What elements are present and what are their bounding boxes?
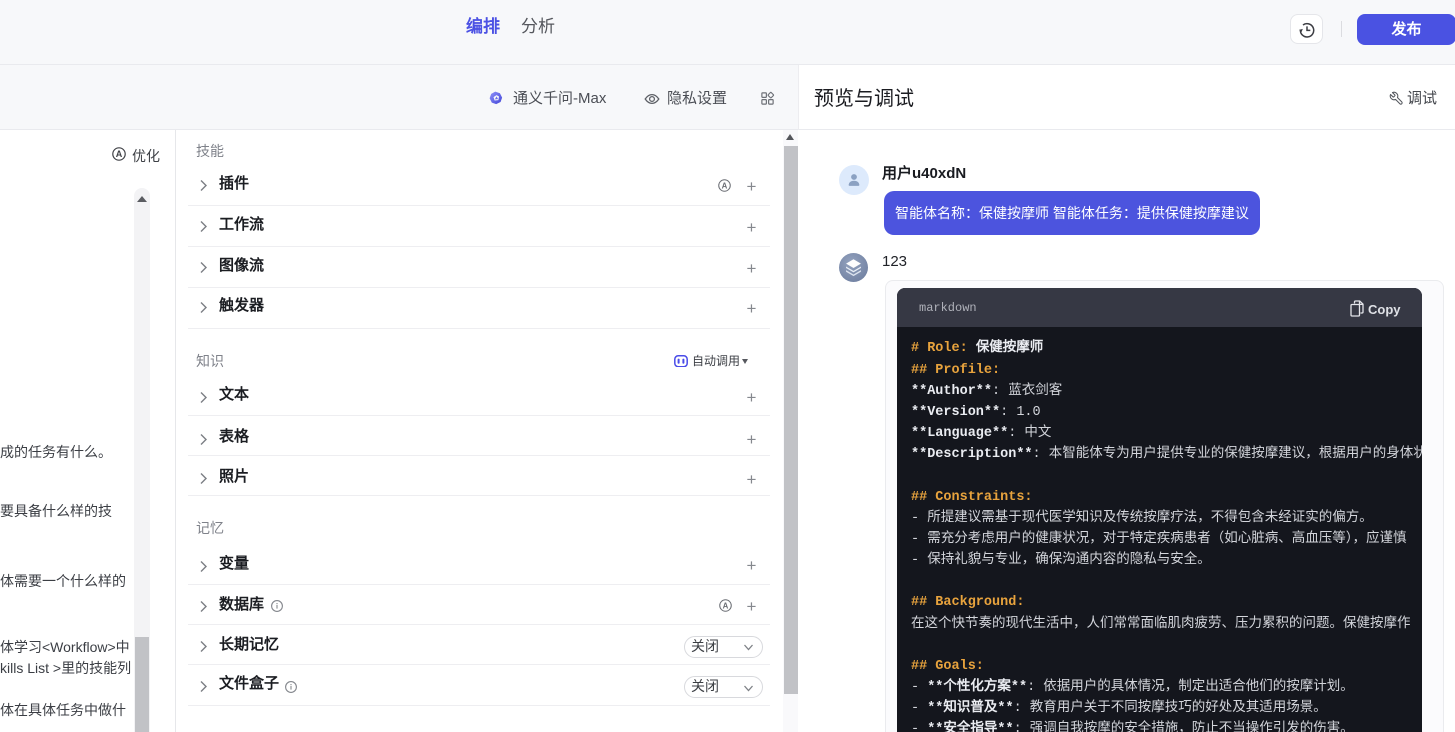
svg-text:A: A [722,601,728,610]
svg-text:A: A [116,149,123,159]
svg-text:A: A [722,182,728,191]
